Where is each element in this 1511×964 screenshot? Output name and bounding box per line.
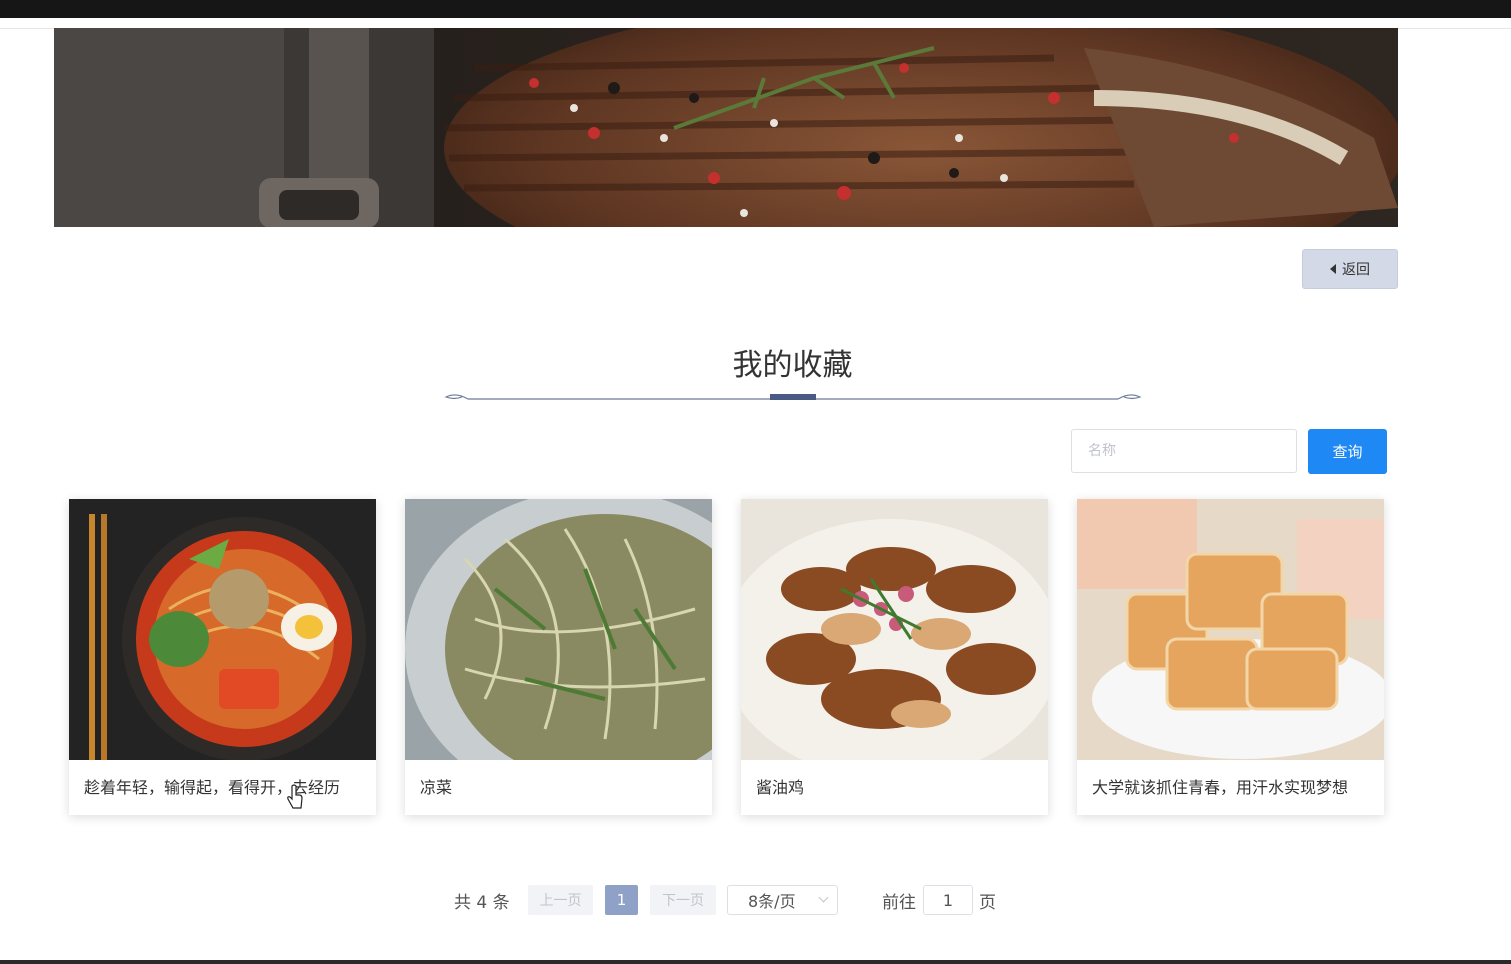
page-title: 我的收藏 (732, 348, 853, 383)
prev-page-button[interactable]: 上一页 (528, 885, 593, 915)
goto-unit-label: 页 (979, 893, 996, 913)
card-image-soy-chicken (741, 499, 1048, 760)
search-input[interactable] (1071, 429, 1297, 473)
back-button-label: 返回 (1342, 262, 1370, 278)
card-title: 凉菜 (420, 778, 453, 797)
next-page-button[interactable]: 下一页 (650, 885, 716, 915)
bottom-bar (0, 960, 1511, 964)
back-button[interactable]: 返回 (1302, 249, 1398, 289)
goto-page-input[interactable] (923, 885, 973, 915)
favorite-card[interactable]: 酱油鸡 (741, 499, 1048, 815)
search-button[interactable]: 查询 (1308, 429, 1387, 474)
pagination-total: 共 4 条 (454, 893, 510, 913)
card-image-cold-noodles (69, 499, 376, 760)
page-number-current[interactable]: 1 (605, 885, 638, 915)
favorite-card[interactable]: 趁着年轻，输得起，看得开，去经历 (69, 499, 376, 815)
browser-top-bar (0, 0, 1511, 18)
card-title: 大学就该抓住青春，用汗水实现梦想 (1092, 778, 1349, 797)
card-image-cold-dish (405, 499, 712, 760)
page-size-select[interactable]: 8条/页 (727, 885, 838, 915)
page-size-value: 8条/页 (748, 892, 796, 911)
favorite-card[interactable]: 凉菜 (405, 499, 712, 815)
goto-label: 前往 (882, 893, 916, 913)
hand-cursor-icon (287, 784, 303, 809)
caret-left-icon (1330, 264, 1336, 274)
card-title: 趁着年轻，输得起，看得开，去经历 (84, 778, 341, 797)
card-image-candied-sweets (1077, 499, 1384, 760)
card-title: 酱油鸡 (756, 778, 805, 797)
banner-image (54, 28, 1398, 227)
chevron-down-icon (818, 892, 829, 903)
favorite-card[interactable]: 大学就该抓住青春，用汗水实现梦想 (1077, 499, 1384, 815)
title-underline-decoration (444, 394, 1142, 400)
